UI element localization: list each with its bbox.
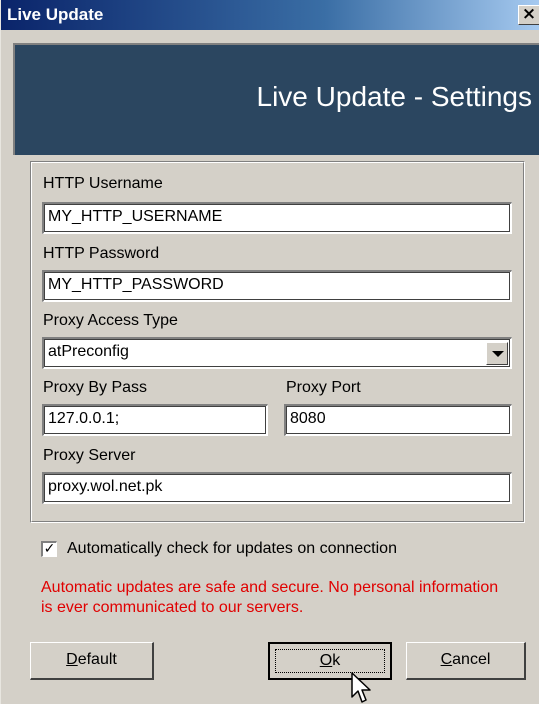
dropdown-arrow-icon[interactable] xyxy=(486,342,508,365)
proxy-access-type-select[interactable]: atPreconfig xyxy=(42,337,512,369)
window-title: Live Update xyxy=(7,5,104,24)
proxy-port-label: Proxy Port xyxy=(286,379,361,396)
auto-check-checkbox[interactable]: ✓ xyxy=(41,541,57,557)
cancel-button-mnemonic: C xyxy=(440,651,453,668)
proxy-port-input[interactable]: 8080 xyxy=(284,404,512,436)
default-button-mnemonic: D xyxy=(66,651,78,668)
proxy-bypass-label: Proxy By Pass xyxy=(43,379,148,396)
proxy-bypass-input[interactable]: 127.0.0.1; xyxy=(42,404,268,436)
auto-check-label[interactable]: Automatically check for updates on conne… xyxy=(67,540,397,558)
cancel-button[interactable]: Cancel xyxy=(406,642,526,680)
http-password-label: HTTP Password xyxy=(43,245,160,262)
http-username-input[interactable]: MY_HTTP_USERNAME xyxy=(42,202,512,234)
security-notice: Automatic updates are safe and secure. N… xyxy=(41,579,499,616)
http-password-input[interactable]: MY_HTTP_PASSWORD xyxy=(42,270,512,302)
http-username-label: HTTP Username xyxy=(43,175,163,192)
close-icon[interactable]: × xyxy=(518,5,539,25)
focus-rectangle xyxy=(275,649,385,673)
proxy-access-type-value: atPreconfig xyxy=(48,343,129,360)
cancel-button-label: ancel xyxy=(452,651,491,668)
proxy-server-input[interactable]: proxy.wol.net.pk xyxy=(42,472,512,504)
proxy-server-label: Proxy Server xyxy=(43,447,136,464)
banner-title: Live Update - Settings xyxy=(256,81,533,112)
default-button[interactable]: Default xyxy=(30,642,154,680)
live-update-dialog: Live Update × Live Update - Settings HTT… xyxy=(0,0,539,704)
header-banner: Live Update - Settings xyxy=(13,43,539,155)
title-bar[interactable]: Live Update × xyxy=(1,0,539,30)
mouse-pointer-icon xyxy=(351,672,371,703)
default-button-label: efault xyxy=(77,651,117,668)
checkmark-icon: ✓ xyxy=(43,541,56,557)
proxy-access-type-label: Proxy Access Type xyxy=(43,312,178,329)
